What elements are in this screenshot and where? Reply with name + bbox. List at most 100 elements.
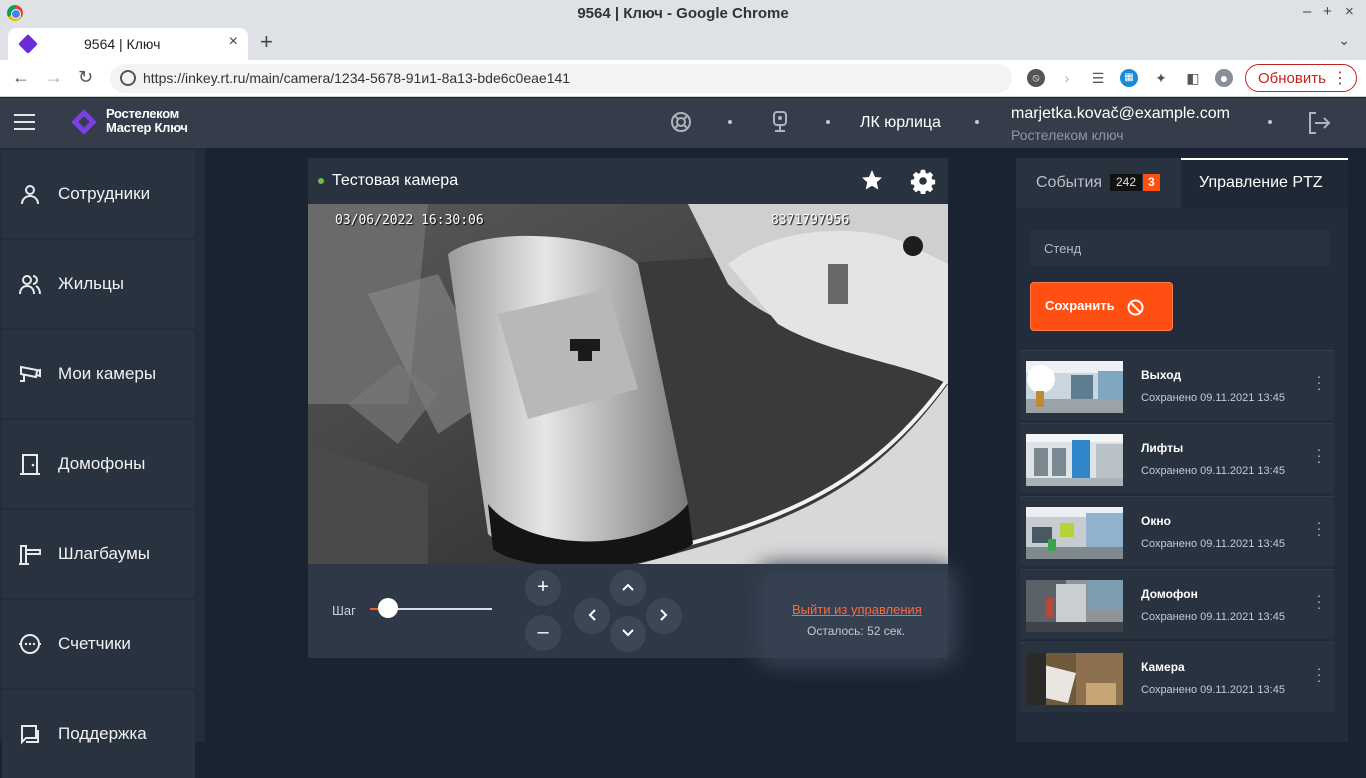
menu-dots-icon[interactable]: ⋮ <box>1332 68 1348 88</box>
tab-ptz-label: Управление PTZ <box>1199 174 1323 191</box>
sidebar-item-employees[interactable]: Сотрудники <box>2 150 195 238</box>
new-tab-icon[interactable]: + <box>260 29 273 55</box>
step-slider-thumb[interactable] <box>378 598 399 618</box>
sidebar-item-intercoms[interactable]: Домофоны <box>2 420 195 508</box>
sidebar-item-support[interactable]: Поддержка <box>2 690 195 778</box>
back-icon[interactable]: ← <box>12 67 30 88</box>
preset-item[interactable]: Лифты Сохранено 09.11.2021 13:45 · · · <box>1020 423 1334 493</box>
list-extension-icon[interactable]: ☰ <box>1089 69 1107 87</box>
preset-saved-date: Сохранено 09.11.2021 13:45 <box>1141 684 1285 696</box>
close-window-icon[interactable]: × <box>1345 3 1354 20</box>
preset-more-icon[interactable]: · · · <box>1314 442 1324 468</box>
tab-ptz-control[interactable]: Управление PTZ <box>1181 158 1348 208</box>
time-remaining: Осталось: 52 сек. <box>807 624 906 638</box>
preset-thumbnail <box>1026 507 1123 559</box>
hamburger-menu-icon[interactable] <box>14 114 35 131</box>
bank-extension-icon[interactable]: ▦ <box>1120 69 1138 87</box>
sidebar-item-cameras[interactable]: Мои камеры <box>2 330 195 418</box>
chevron-down-icon <box>622 629 634 637</box>
step-label: Шаг <box>332 603 356 618</box>
osd-camera-id: 8371797956 <box>771 213 850 228</box>
camera-header: Тестовая камера <box>308 158 948 204</box>
reload-icon[interactable]: ↻ <box>78 67 93 88</box>
right-panel: События 242 3 Управление PTZ Сохранить В… <box>1016 158 1348 742</box>
preset-more-icon[interactable]: · · · <box>1314 588 1324 614</box>
preset-more-icon[interactable]: · · · <box>1314 369 1324 395</box>
chevron-left-icon <box>588 609 596 621</box>
side-panel-icon[interactable]: ◧ <box>1184 69 1202 87</box>
events-new-badge: 3 <box>1143 174 1160 191</box>
chevron-right-icon[interactable]: › <box>1058 69 1076 87</box>
sidebar-item-label: Домофоны <box>58 454 146 473</box>
settings-gear-icon[interactable] <box>910 168 936 194</box>
sidebar-item-meters[interactable]: Счетчики <box>2 600 195 688</box>
people-icon <box>19 275 41 295</box>
tab-close-icon[interactable]: × <box>229 33 238 51</box>
site-info-icon[interactable] <box>120 70 136 86</box>
exit-control-link[interactable]: Выйти из управления <box>792 602 922 617</box>
camera-title: Тестовая камера <box>332 172 459 189</box>
puzzle-icon[interactable]: ✦ <box>1152 69 1170 87</box>
preset-saved-date: Сохранено 09.11.2021 13:45 <box>1141 538 1285 550</box>
preset-thumbnail <box>1026 434 1123 486</box>
header-separator <box>728 120 732 124</box>
camera-video-feed[interactable]: 03/06/2022 16:30:06 8371797956 <box>308 204 948 564</box>
preset-more-icon[interactable]: · · · <box>1314 515 1324 541</box>
forbidden-icon <box>1127 299 1144 316</box>
maximize-icon[interactable]: + <box>1323 3 1332 20</box>
preset-item[interactable]: Окно Сохранено 09.11.2021 13:45 · · · <box>1020 496 1334 566</box>
sidebar-item-label: Мои камеры <box>58 364 157 383</box>
tab-events[interactable]: События 242 3 <box>1016 158 1181 208</box>
preset-saved-date: Сохранено 09.11.2021 13:45 <box>1141 611 1285 623</box>
tilt-down-button[interactable] <box>610 616 646 652</box>
preset-more-icon[interactable]: · · · <box>1314 661 1324 687</box>
sidebar-item-residents[interactable]: Жильцы <box>2 240 195 328</box>
chevron-up-icon <box>622 583 634 591</box>
pan-right-button[interactable] <box>646 598 682 634</box>
favorite-star-icon[interactable] <box>860 168 884 192</box>
zoom-in-button[interactable]: + <box>525 570 561 606</box>
browser-tab[interactable]: 9564 | Ключ × <box>8 28 248 60</box>
pan-left-button[interactable] <box>574 598 610 634</box>
forward-icon[interactable]: → <box>45 67 63 88</box>
preset-thumbnail <box>1026 653 1123 705</box>
preset-saved-date: Сохранено 09.11.2021 13:45 <box>1141 392 1285 404</box>
window-title: 9564 | Ключ - Google Chrome <box>577 5 789 22</box>
tilt-up-button[interactable] <box>610 570 646 606</box>
preset-name-input[interactable] <box>1030 230 1330 266</box>
preset-saved-date: Сохранено 09.11.2021 13:45 <box>1141 465 1285 477</box>
preset-name: Окно <box>1141 514 1171 528</box>
profile-avatar-icon[interactable]: ● <box>1215 69 1233 87</box>
logo-text[interactable]: Ростелеком Мастер Ключ <box>106 107 188 135</box>
webcam-icon[interactable] <box>768 110 792 134</box>
extension-icon[interactable]: ⦸ <box>1027 69 1045 87</box>
exit-control-panel: Выйти из управления Осталось: 52 сек. <box>764 574 948 658</box>
sidebar-item-label: Жильцы <box>58 274 124 293</box>
user-email[interactable]: marjetka.kovač@example.com <box>1011 105 1230 123</box>
preset-thumbnail <box>1026 580 1123 632</box>
ptz-controls: Шаг + – Выйти из управления Осталось: 52… <box>308 564 948 658</box>
logout-icon[interactable] <box>1306 110 1332 136</box>
minimize-icon[interactable]: – <box>1303 3 1311 20</box>
sidebar: Сотрудники Жильцы Мои камеры Домофоны Шл… <box>0 148 205 778</box>
update-button[interactable]: Обновить ⋮ <box>1245 64 1357 92</box>
tab-title: 9564 | Ключ <box>84 36 161 52</box>
update-label: Обновить <box>1258 70 1326 87</box>
camera-icon <box>20 365 41 382</box>
video-frame <box>308 204 948 564</box>
url-text[interactable]: https://inkey.rt.ru/main/camera/1234-567… <box>143 70 570 86</box>
support-icon <box>21 725 39 745</box>
sidebar-item-barriers[interactable]: Шлагбаумы <box>2 510 195 598</box>
org-selector[interactable]: ЛК юрлица <box>860 114 941 132</box>
panel-tabs: События 242 3 Управление PTZ <box>1016 158 1348 208</box>
preset-item[interactable]: Выход Сохранено 09.11.2021 13:45 · · · <box>1020 350 1334 420</box>
preset-list: Выход Сохранено 09.11.2021 13:45 · · · Лиф… <box>1020 350 1334 715</box>
save-preset-button[interactable]: Сохранить <box>1030 282 1173 331</box>
user-company: Ростелеком ключ <box>1011 127 1124 143</box>
preset-item[interactable]: Домофон Сохранено 09.11.2021 13:45 · · · <box>1020 569 1334 639</box>
address-bar[interactable]: https://inkey.rt.ru/main/camera/1234-567… <box>110 64 1012 93</box>
support-lifebuoy-icon[interactable] <box>669 110 693 134</box>
tab-search-chevron-icon[interactable]: ⌄ <box>1338 32 1350 49</box>
zoom-out-button[interactable]: – <box>525 615 561 651</box>
preset-item[interactable]: Камера Сохранено 09.11.2021 13:45 · · · <box>1020 642 1334 712</box>
